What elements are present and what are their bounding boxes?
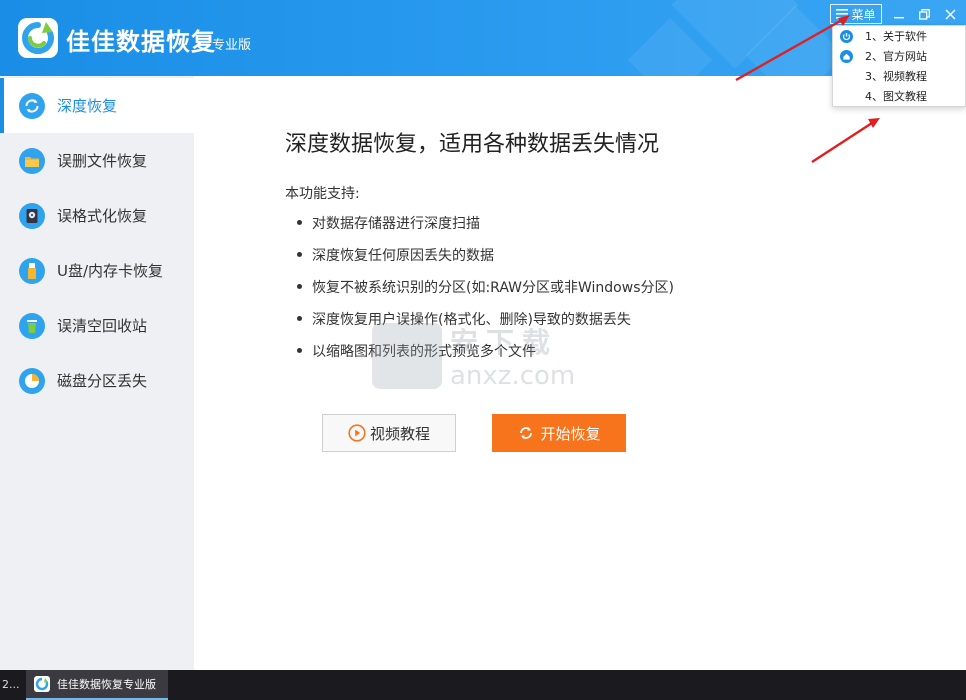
sidebar-item-label: U盘/内存卡恢复 [57, 262, 164, 280]
video-tutorial-label: 视频教程 [369, 424, 430, 443]
start-recovery-button[interactable]: 开始恢复 [492, 414, 626, 452]
list-item: 深度恢复用户误操作(格式化、删除)导致的数据丢失 [297, 309, 674, 341]
feature-text: 以缩略图和列表的形式预览多个文件 [312, 344, 536, 360]
title-bar: 佳佳数据恢复 专业版 菜单 [0, 0, 966, 76]
bullet-icon [297, 316, 302, 321]
menu-item-label: 3、视频教程 [865, 70, 927, 83]
feature-text: 深度恢复用户误操作(格式化、删除)导致的数据丢失 [312, 312, 631, 328]
power-icon [839, 29, 853, 43]
app-logo-icon [18, 18, 58, 58]
folder-icon [19, 147, 45, 174]
app-title: 佳佳数据恢复 [66, 28, 216, 56]
sidebar-item-recycle-bin[interactable]: 误清空回收站 [0, 298, 194, 353]
menu-item-text-tutorial[interactable]: 4、图文教程 [833, 86, 965, 106]
close-icon [945, 9, 955, 19]
restore-icon [918, 8, 930, 20]
taskbar-app-button[interactable]: 佳佳数据恢复专业版 [26, 670, 168, 700]
video-tutorial-button[interactable]: 视频教程 [322, 414, 456, 452]
sidebar-item-deep-recovery[interactable]: 深度恢复 [0, 78, 194, 133]
close-button[interactable] [939, 4, 961, 24]
menu-item-label: 2、官方网站 [865, 50, 927, 63]
refresh-circle-icon [19, 92, 45, 119]
bullet-icon [297, 284, 302, 289]
list-item: 恢复不被系统识别的分区(如:RAW分区或非Windows分区) [297, 277, 674, 309]
app-logo-icon [34, 676, 50, 692]
list-item: 对数据存储器进行深度扫描 [297, 213, 674, 245]
menu-button-label: 菜单 [851, 7, 876, 22]
app-edition: 专业版 [212, 38, 252, 53]
menu-item-label: 1、关于软件 [865, 30, 927, 43]
menu-dropdown: 1、关于软件 2、官方网站 3、视频教程 4、图文教程 [832, 25, 966, 107]
pie-chart-icon [19, 367, 45, 394]
sidebar: 深度恢复 误删文件恢复 误格式化恢复 U盘/内存卡恢复 误清空回收站 磁盘分区丢… [0, 76, 194, 670]
taskbar-app-label: 佳佳数据恢复专业版 [57, 678, 156, 691]
menu-button[interactable]: 菜单 [830, 4, 882, 24]
sidebar-item-label: 磁盘分区丢失 [57, 372, 148, 390]
sidebar-item-label: 深度恢复 [57, 97, 118, 115]
menu-item-website[interactable]: 2、官方网站 [833, 46, 965, 66]
support-label: 本功能支持: [285, 186, 360, 202]
home-icon [839, 49, 853, 63]
sidebar-item-label: 误格式化恢复 [57, 207, 148, 225]
list-item: 以缩略图和列表的形式预览多个文件 [297, 341, 674, 373]
sidebar-item-usb-card[interactable]: U盘/内存卡恢复 [0, 243, 194, 298]
hard-disk-icon [19, 202, 45, 229]
sidebar-item-label: 误删文件恢复 [57, 152, 148, 170]
usb-drive-icon [19, 257, 45, 284]
feature-text: 深度恢复任何原因丢失的数据 [312, 248, 494, 264]
bullet-icon [297, 220, 302, 225]
menu-item-video-tutorial[interactable]: 3、视频教程 [833, 66, 965, 86]
feature-text: 对数据存储器进行深度扫描 [312, 216, 480, 232]
page-title: 深度数据恢复，适用各种数据丢失情况 [285, 132, 660, 157]
feature-list: 对数据存储器进行深度扫描 深度恢复任何原因丢失的数据 恢复不被系统识别的分区(如… [297, 213, 674, 373]
bullet-icon [297, 348, 302, 353]
menu-item-about[interactable]: 1、关于软件 [833, 26, 965, 46]
sidebar-item-format-recovery[interactable]: 误格式化恢复 [0, 188, 194, 243]
taskbar: 2... 佳佳数据恢复专业版 [0, 670, 966, 700]
feature-text: 恢复不被系统识别的分区(如:RAW分区或非Windows分区) [312, 280, 674, 296]
hamburger-icon [836, 9, 849, 19]
list-item: 深度恢复任何原因丢失的数据 [297, 245, 674, 277]
bullet-icon [297, 252, 302, 257]
recycle-bin-icon [19, 312, 45, 339]
minimize-icon [894, 17, 904, 19]
minimize-button[interactable] [888, 4, 910, 24]
sidebar-item-label: 误清空回收站 [57, 317, 148, 335]
start-recovery-label: 开始恢复 [540, 424, 601, 443]
taskbar-left-item[interactable]: 2... [0, 670, 22, 700]
restore-button[interactable] [913, 4, 935, 24]
refresh-icon [520, 427, 533, 439]
sidebar-item-partition-lost[interactable]: 磁盘分区丢失 [0, 353, 194, 408]
menu-item-label: 4、图文教程 [865, 90, 927, 103]
play-circle-icon [348, 424, 366, 442]
sidebar-item-deleted-files[interactable]: 误删文件恢复 [0, 133, 194, 188]
main-panel: 深度数据恢复，适用各种数据丢失情况 本功能支持: 对数据存储器进行深度扫描 深度… [194, 76, 966, 670]
